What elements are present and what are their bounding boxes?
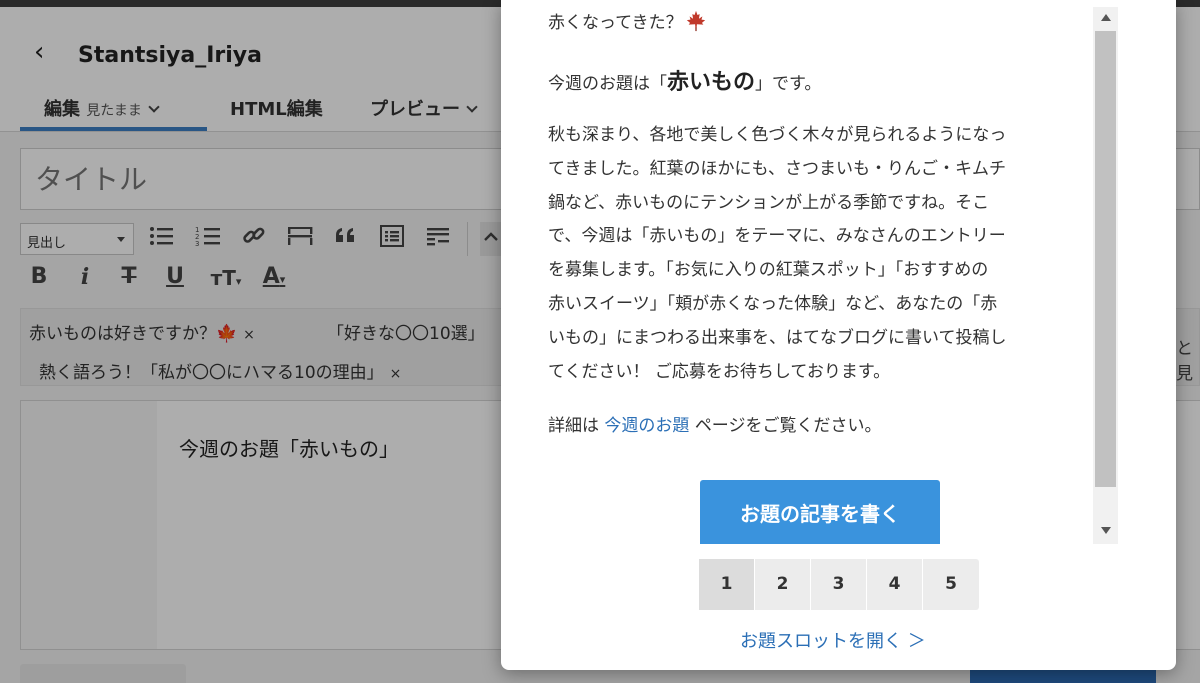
topic-pager: 1 2 3 4 5	[699, 559, 979, 610]
theme-prefix: 今週のお題は「	[548, 74, 667, 94]
description-line: てきました。紅葉のほかにも、さつまいも・りんご・キムチ	[548, 158, 1006, 179]
page-button-4[interactable]: 4	[867, 559, 923, 610]
detail-suffix: ページをご覧ください。	[694, 416, 882, 436]
description-line: 秋も深まり、各地で美しく色づく木々が見られるようになっ	[548, 125, 1007, 145]
detail-prefix: 詳細は	[548, 416, 599, 436]
modal-scrollbar[interactable]	[1093, 7, 1118, 544]
description-line: 鍋など、赤いものにテンションが上がる季節ですね。そこ	[548, 192, 990, 213]
open-topic-slot-link[interactable]: お題スロットを開く ＞	[740, 627, 926, 653]
modal-top-line-text: 赤くなってきた？	[548, 13, 683, 33]
detail-line: 詳細は 今週のお題 ページをご覧ください。	[548, 411, 881, 436]
weekly-topic-modal: 赤くなってきた？ 今週のお題は「赤いもの」です。 秋も深まり、各地で美しく色づく…	[501, 0, 1176, 670]
page-button-3[interactable]: 3	[811, 559, 867, 610]
topic-description: 秋も深まり、各地で美しく色づく木々が見られるようになっ てきました。紅葉のほかに…	[548, 119, 1096, 389]
theme-suffix: 」です。	[755, 74, 822, 94]
weekly-topic-link[interactable]: 今週のお題	[604, 416, 689, 436]
scrollbar-thumb[interactable]	[1095, 31, 1116, 487]
description-line: いもの」にまつわる出来事を、はてなブログに書いて投稿し	[548, 327, 1007, 348]
theme-word: 赤いもの	[667, 70, 756, 95]
scroll-down-arrow-icon[interactable]	[1101, 527, 1111, 534]
write-topic-article-button[interactable]: お題の記事を書く	[700, 480, 940, 544]
description-line: 赤いスイーツ」「頬が赤くなった体験」など、あなたの「赤	[548, 293, 998, 314]
theme-announcement: 今週のお題は「赤いもの」です。	[548, 64, 821, 96]
page-button-5[interactable]: 5	[923, 559, 979, 610]
scroll-up-arrow-icon[interactable]	[1101, 14, 1111, 21]
description-line: てください！ ご応募をお待ちしております。	[548, 361, 891, 382]
description-line: を募集します。「お気に入りの紅葉スポット」「おすすめの	[548, 260, 989, 281]
page-button-2[interactable]: 2	[755, 559, 811, 610]
page-button-1[interactable]: 1	[699, 559, 755, 610]
modal-top-line: 赤くなってきた？	[548, 8, 707, 33]
description-line: で、今週は「赤いもの」をテーマに、みなさんのエントリー	[548, 226, 1006, 247]
maple-leaf-icon	[686, 10, 705, 32]
